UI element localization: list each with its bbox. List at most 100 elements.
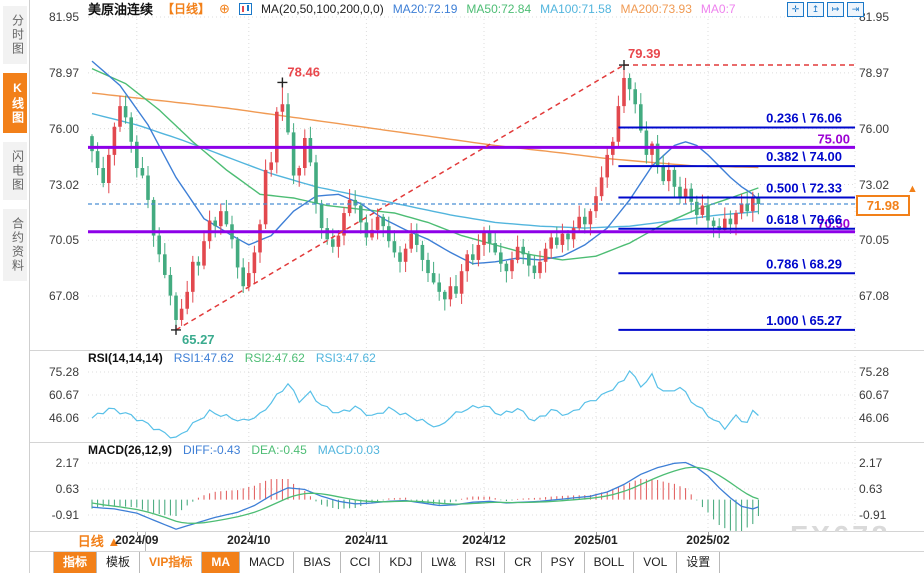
- level-label: 75.00: [817, 131, 850, 146]
- macd-diff-line: [92, 463, 758, 530]
- last-price-tag: 71.98: [856, 195, 910, 216]
- toolbar-item-VOL[interactable]: VOL: [634, 552, 677, 573]
- toolbar-item-CCI[interactable]: CCI: [341, 552, 381, 573]
- x-axis-scale-icon[interactable]: ↦: [827, 2, 844, 17]
- pan-right-icon[interactable]: ⇥: [847, 2, 864, 17]
- chart-header: 美原油连续 【日线】 ⊕ MA(20,50,100,200,0,0) MA20:…: [88, 0, 736, 17]
- symbol-title: 美原油连续: [88, 0, 153, 18]
- toolbar-item-MA[interactable]: MA: [202, 552, 240, 573]
- ma-settings-label: MA(20,50,100,200,0,0): [261, 2, 384, 16]
- toolbar-item-模板[interactable]: 模板: [97, 552, 140, 573]
- indicator-value-label: DIFF:-0.43: [183, 443, 240, 457]
- axis-tick-label: 81.95: [33, 10, 79, 24]
- toolbar-item-设置[interactable]: 设置: [677, 552, 720, 573]
- anchor-cross-icon: [619, 60, 629, 70]
- axis-tick-label: 60.67: [33, 388, 79, 402]
- indicator-value-label: DEA:-0.45: [251, 443, 306, 457]
- month-label: 2025/01: [566, 533, 626, 547]
- price-annotation: 65.27: [182, 332, 215, 347]
- ma-value-label: MA20:72.19: [393, 2, 458, 16]
- toolbar-item-指标[interactable]: 指标: [53, 552, 97, 573]
- axis-tick-label: 73.02: [33, 178, 79, 192]
- kline-chart-icon: [239, 3, 252, 15]
- axis-tick-label: 67.08: [859, 289, 889, 303]
- axis-tick-label: 70.05: [33, 233, 79, 247]
- period-label[interactable]: 【日线】: [162, 0, 210, 17]
- chart-window: 分时图 K线图闪电图合约资料 美原油连续 【日线】 ⊕ MA(20,50,100,…: [0, 0, 924, 573]
- axis-tick-label: 78.97: [33, 66, 79, 80]
- bottom-toolbar: 指标模板VIP指标MAMACDBIASCCIKDJLW&RSICRPSYBOLL…: [30, 552, 924, 573]
- price-annotation: 79.39: [628, 46, 661, 61]
- toolbar-item-VIP指标[interactable]: VIP指标: [140, 552, 202, 573]
- axis-tick-label: 60.67: [859, 388, 889, 402]
- fib-level-label: 1.000 \ 65.27: [766, 313, 842, 328]
- month-label: 2024/12: [454, 533, 514, 547]
- price-annotation: 78.46: [287, 64, 320, 79]
- ma-line-MA100: [92, 114, 758, 229]
- ma-values: MA20:72.19 MA50:72.84 MA100:71.58 MA200:73.…: [393, 2, 736, 16]
- axis-tick-label: -0.91: [859, 508, 886, 522]
- sidebar-item-合约资料[interactable]: 合约资料: [3, 209, 27, 281]
- fib-level-label: 0.618 \ 70.66: [766, 212, 842, 227]
- toolbar-item-PSY[interactable]: PSY: [542, 552, 585, 573]
- indicator-value-label: RSI3:47.62: [316, 351, 376, 365]
- indicator-value-label: MACD:0.03: [318, 443, 380, 457]
- indicator-value-label: RSI2:47.62: [245, 351, 305, 365]
- axis-tick-label: 2.17: [33, 456, 79, 470]
- rsi-header: RSI(14,14,14) RSI1:47.62 RSI2:47.62 RSI3:4…: [88, 351, 376, 365]
- ma-value-label: MA200:73.93: [621, 2, 692, 16]
- rsi-indicator-name: RSI(14,14,14): [88, 351, 163, 365]
- axis-tick-label: 75.28: [859, 365, 889, 379]
- toolbar-item-CR[interactable]: CR: [505, 552, 541, 573]
- fib-level-label: 0.382 \ 74.00: [766, 149, 842, 164]
- month-label: 2024/11: [336, 533, 396, 547]
- anchor-cross-icon: [171, 325, 181, 335]
- crosshair-move-icon[interactable]: ✛: [787, 2, 804, 17]
- axis-tick-label: 75.28: [33, 365, 79, 379]
- fib-level-label: 0.500 \ 72.33: [766, 180, 842, 195]
- fib-level-label: 0.786 \ 68.29: [766, 256, 842, 271]
- macd-indicator-name: MACD(26,12,9): [88, 443, 172, 457]
- axis-tick-label: 2.17: [859, 456, 882, 470]
- axis-tick-label: 76.00: [33, 122, 79, 136]
- sidebar-item-闪电图[interactable]: 闪电图: [3, 142, 27, 200]
- sidebar-item-K线图[interactable]: K线图: [3, 73, 27, 133]
- add-indicator-icon[interactable]: ⊕: [219, 1, 230, 17]
- indicator-value-label: RSI1:47.62: [174, 351, 234, 365]
- rsi-panel-svg[interactable]: [30, 352, 924, 443]
- macd-header: MACD(26,12,9) DIFF:-0.43 DEA:-0.45 MACD:0.…: [88, 443, 380, 457]
- month-label: 2024/10: [219, 533, 279, 547]
- axis-tick-label: 0.63: [33, 482, 79, 496]
- toolbar-item-LW&[interactable]: LW&: [422, 552, 466, 573]
- toolbar-item-BIAS[interactable]: BIAS: [294, 552, 340, 573]
- fib-level-label: 0.236 \ 76.06: [766, 110, 842, 125]
- axis-tick-label: 46.06: [33, 411, 79, 425]
- axis-tick-label: 67.08: [33, 289, 79, 303]
- macd-dea-line: [92, 467, 758, 523]
- ma-value-label: MA0:7: [701, 2, 736, 16]
- chart-tool-icons: ✛↥↦⇥: [787, 2, 864, 17]
- axis-tick-label: 46.06: [859, 411, 889, 425]
- axis-tick-label: 76.00: [859, 122, 889, 136]
- axis-tick-label: -0.91: [33, 508, 79, 522]
- axis-tick-label: 0.63: [859, 482, 882, 496]
- toolbar-item-BOLL[interactable]: BOLL: [585, 552, 635, 573]
- axis-tick-label: 70.05: [859, 233, 889, 247]
- rsi-line: [92, 371, 758, 438]
- y-axis-scale-icon[interactable]: ↥: [807, 2, 824, 17]
- toolbar-item-MACD[interactable]: MACD: [240, 552, 294, 573]
- anchor-cross-icon: [277, 77, 287, 87]
- axis-tick-label: 73.02: [859, 178, 889, 192]
- month-label: 2025/02: [678, 533, 738, 547]
- axis-tick-label: 78.97: [859, 66, 889, 80]
- sidebar-item-分时图[interactable]: 分时图: [3, 6, 27, 64]
- date-axis: 日线 ▲ 2024/092024/102024/112024/122025/01…: [30, 532, 924, 551]
- ma-value-label: MA50:72.84: [466, 2, 531, 16]
- month-label: 2024/09: [107, 533, 167, 547]
- main-chart-svg[interactable]: 75.0070.500.236 \ 76.060.382 \ 74.000.50…: [30, 15, 924, 352]
- toolbar-item-KDJ[interactable]: KDJ: [380, 552, 422, 573]
- toolbar-item-RSI[interactable]: RSI: [466, 552, 505, 573]
- price-arrow-icon: ▲: [907, 183, 918, 195]
- ma-value-label: MA100:71.58: [540, 2, 611, 16]
- sidebar: 分时图 K线图闪电图合约资料: [0, 0, 30, 573]
